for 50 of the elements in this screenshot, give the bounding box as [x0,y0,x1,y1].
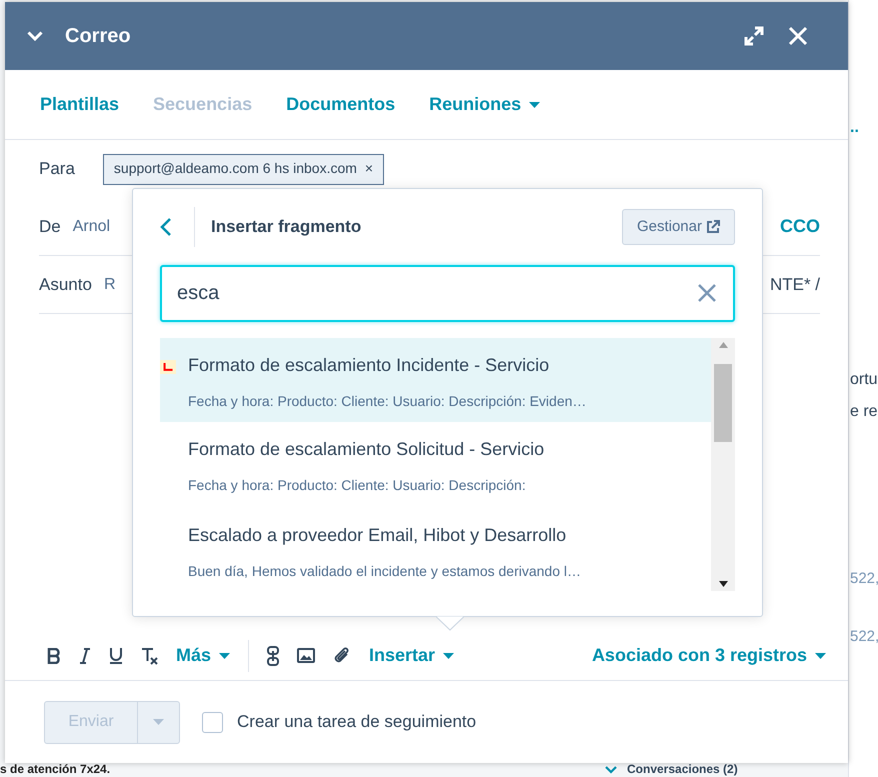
cco-link[interactable]: CCO [780,213,820,240]
popover-title: Insertar fragmento [211,216,362,238]
insert-button[interactable]: Insertar [369,642,454,669]
tab[interactable]: Documentos [286,91,396,118]
background-text: s de atención 7x24. [0,763,110,776]
caret-icon [219,652,230,658]
search-field[interactable]: esca [160,265,735,322]
link-icon[interactable] [267,646,280,666]
scrollbar[interactable] [711,338,735,591]
checkbox-label: Crear una tarea de seguimiento [237,711,476,734]
back-icon[interactable] [160,217,172,237]
clear-format-icon[interactable] [141,646,158,664]
subject-text: NTE* / [770,274,820,296]
tab[interactable]: Plantillas [40,91,120,118]
image-icon[interactable] [297,648,316,663]
more-button[interactable]: Más [176,642,230,669]
italic-icon[interactable] [79,648,91,664]
close-icon[interactable] [788,26,808,46]
snippet-item[interactable]: Formato de escalamiento Solicitud - Servicio Fecha y hora: Producto: Cliente: Usuario: Descripción: [160,422,711,506]
chevron-down-icon[interactable] [605,766,617,774]
field-label: De [39,216,61,238]
underline-icon[interactable] [109,647,123,664]
field-value: Arnol [72,216,110,236]
scrollbar-thumb[interactable] [714,364,732,442]
expand-icon[interactable] [744,26,764,46]
background-text: 522, [850,569,878,589]
background-text: .. [850,118,859,138]
background-text: 522, [850,627,878,647]
checkbox[interactable] [202,712,223,732]
external-link-icon [706,220,720,234]
clear-icon[interactable] [697,283,717,303]
scroll-down-icon[interactable] [718,581,728,587]
snippet-item[interactable]: Escalado a proveedor Email, Hibot y Desarrollo Buen día, Hemos validado el incidente y estamos derivando l… [160,506,711,592]
bold-icon[interactable] [47,648,61,664]
caret-icon [153,719,164,725]
section-title: Conversaciones (2) [627,763,738,776]
tab[interactable]: Reuniones [429,91,540,118]
recipient-chip[interactable]: support@aldeamo.com 6 hs inbox.com × [102,154,384,184]
associated-records-button[interactable]: Asociado con 3 registros [592,642,826,669]
snippet-item[interactable]: Formato de escalamiento Incidente - Servicio Fecha y hora: Producto: Cliente: Usuario: Descripción: Eviden… [160,338,711,422]
field-label: Para [39,158,75,180]
background-text: e re [850,402,878,422]
caret-icon [529,102,540,108]
background-text: ortu [850,370,878,390]
window-title: Correo [65,24,131,49]
field-label: Asunto [39,274,92,296]
caret-icon [443,652,454,658]
caret-icon [815,652,826,658]
field-value: R [104,274,116,294]
manage-button[interactable]: Gestionar [622,208,735,246]
